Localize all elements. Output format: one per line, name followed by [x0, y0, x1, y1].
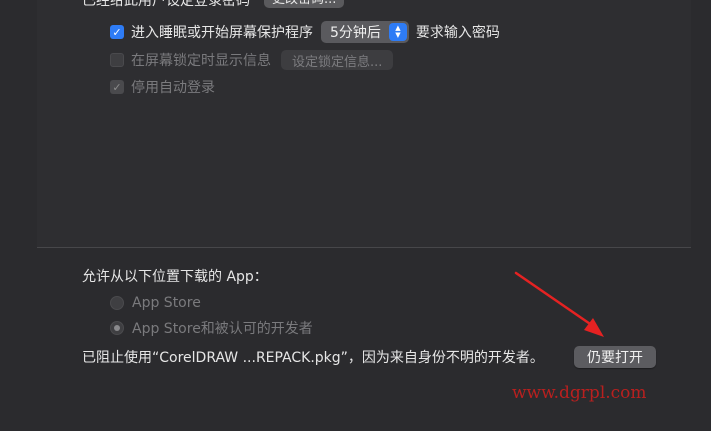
security-preferences-pane: 已经给此用户设定登录密码 更改密码... ✓ 进入睡眠或开始屏幕保护程序 5分钟…: [0, 0, 711, 431]
site-watermark: www.dgrpl.com: [512, 383, 647, 403]
annotation-arrow: [514, 271, 604, 337]
arrow-shaft: [514, 271, 598, 330]
